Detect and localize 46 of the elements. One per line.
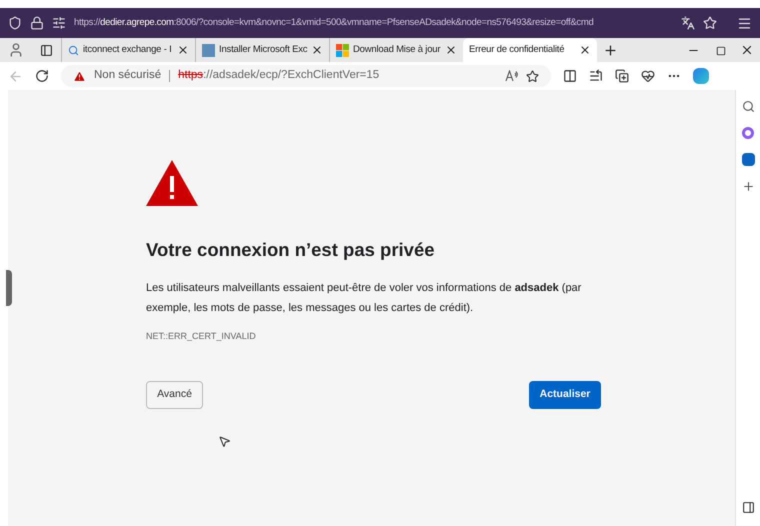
star-icon[interactable] bbox=[703, 16, 717, 30]
health-icon[interactable] bbox=[641, 69, 655, 83]
tab-title: Download Mise à jour bbox=[353, 42, 441, 57]
favorite-icon[interactable] bbox=[526, 70, 539, 82]
security-label: Non sécurisé bbox=[94, 68, 162, 84]
collections-icon[interactable] bbox=[615, 69, 629, 83]
error-message: Les utilisateurs malveillants essaient peut-être de voler vos informations de adsadek (par exemple, les mots de passe, les messages ou les cartes de crédit). bbox=[146, 280, 582, 316]
browser-tab[interactable]: Erreur de confidentialité bbox=[463, 38, 597, 62]
tab-title: itconnect exchange - I bbox=[83, 42, 173, 57]
close-icon[interactable] bbox=[579, 44, 591, 56]
site-icon bbox=[202, 44, 215, 56]
lock-icon[interactable] bbox=[30, 16, 44, 30]
shield-icon[interactable] bbox=[8, 16, 22, 30]
tab-actions-icon[interactable] bbox=[40, 44, 53, 57]
split-screen-icon[interactable] bbox=[563, 69, 577, 83]
read-aloud-icon[interactable] bbox=[505, 70, 518, 82]
reload-icon[interactable] bbox=[35, 69, 49, 83]
favorites-icon[interactable] bbox=[589, 69, 603, 83]
add-icon[interactable] bbox=[742, 180, 754, 193]
error-code: NET::ERR_CERT_INVALID bbox=[146, 330, 257, 343]
close-icon[interactable] bbox=[445, 44, 457, 56]
restore-icon[interactable] bbox=[716, 46, 726, 56]
close-icon[interactable] bbox=[311, 44, 324, 56]
address-field[interactable]: Non sécurisé https://adsadek/ecp/?ExchClientVer=15 bbox=[61, 65, 551, 87]
warning-icon bbox=[146, 160, 198, 206]
warning-icon bbox=[73, 70, 86, 82]
translate-icon[interactable] bbox=[681, 16, 695, 30]
tab-title: Installer Microsoft Exc bbox=[219, 42, 308, 57]
windows-logo-icon bbox=[336, 44, 349, 56]
search-icon[interactable] bbox=[742, 100, 754, 113]
profile-icon[interactable] bbox=[8, 42, 24, 58]
new-tab-icon[interactable] bbox=[603, 43, 618, 58]
advanced-button[interactable]: Avancé bbox=[146, 381, 203, 410]
error-title: Votre connexion n’est pas privée bbox=[146, 238, 436, 262]
url-text: https://adsadek/ecp/?ExchClientVer=15 bbox=[178, 68, 380, 84]
search-icon bbox=[68, 44, 79, 56]
menu-icon[interactable] bbox=[737, 16, 752, 30]
url-text[interactable]: https://dedier.agrepe.com:8006/?console=kvm&novnc=1&vmid=500&vmname=PfsenseADsadek&node=ns576493&resize=off&cmd bbox=[74, 16, 673, 30]
cursor-icon bbox=[218, 435, 231, 448]
reload-button[interactable]: Actualiser bbox=[529, 381, 601, 410]
side-handle[interactable] bbox=[6, 270, 12, 306]
close-icon[interactable] bbox=[177, 44, 189, 56]
close-window-icon[interactable] bbox=[740, 43, 754, 57]
permissions-icon[interactable] bbox=[52, 16, 66, 30]
tab-title: Erreur de confidentialité bbox=[469, 42, 566, 57]
sidebar-toggle-icon[interactable] bbox=[742, 501, 754, 514]
